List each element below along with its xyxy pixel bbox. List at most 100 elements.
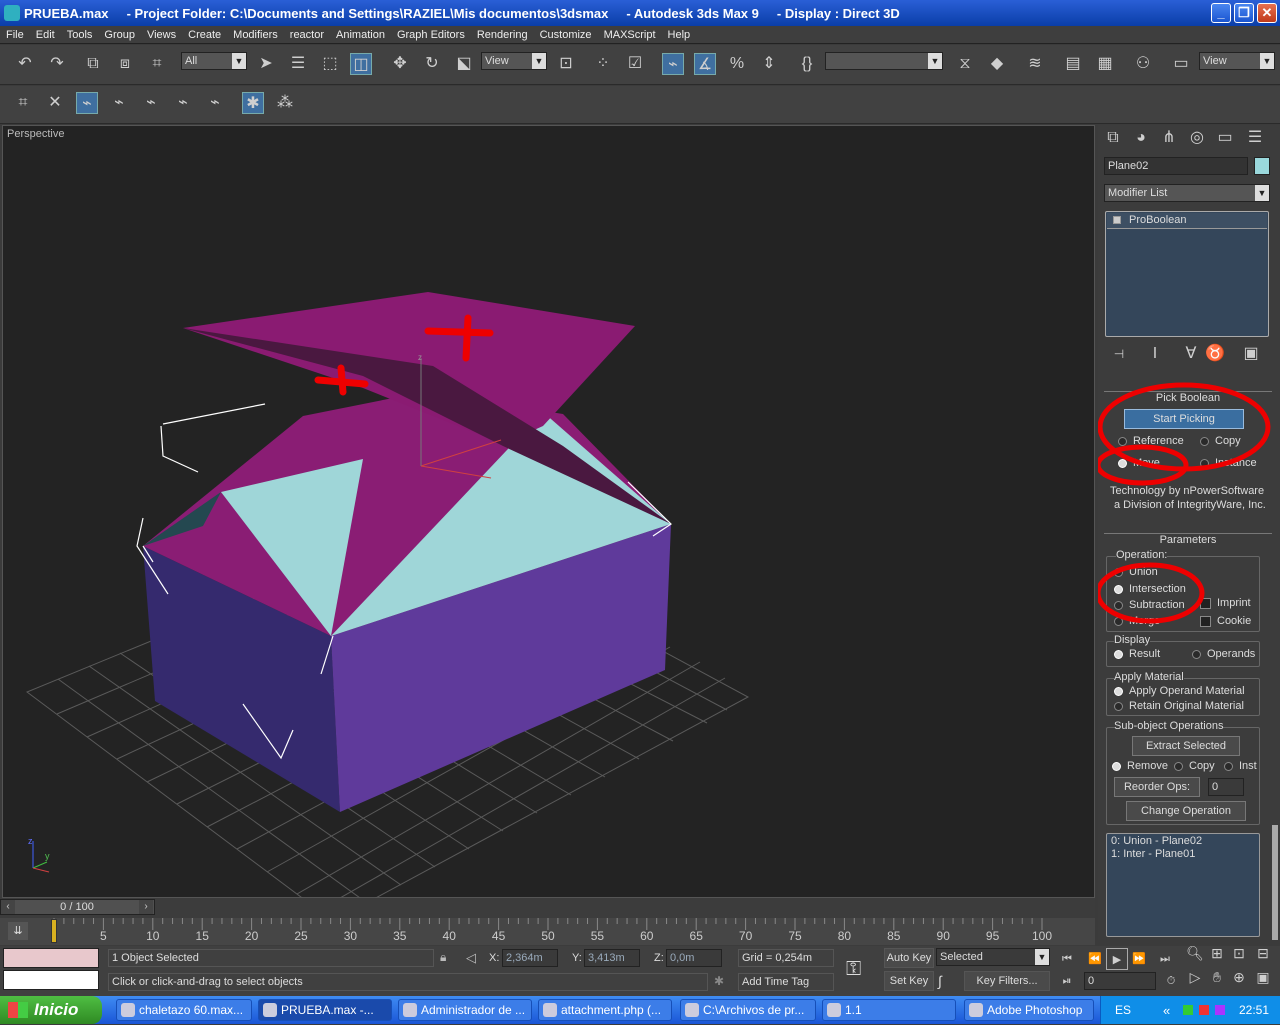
arc-rotate-icon[interactable]: ⊕: [1228, 966, 1250, 988]
snap-toggle-icon[interactable]: ⌁: [662, 53, 684, 75]
reference-radio[interactable]: Reference: [1118, 435, 1184, 447]
operand-item[interactable]: 1: Inter - Plane01: [1111, 848, 1195, 860]
next-frame-icon[interactable]: ⏩: [1128, 948, 1150, 970]
operand-item[interactable]: 0: Union - Plane02: [1111, 835, 1202, 847]
selection-filter-dropdown[interactable]: All: [181, 52, 247, 70]
task-administrador[interactable]: Administrador de ...: [398, 999, 532, 1021]
x-coordinate-field[interactable]: 2,364m: [502, 949, 558, 967]
align-icon[interactable]: ◆: [986, 53, 1008, 75]
render-scene-icon[interactable]: ▭: [1170, 53, 1192, 75]
percent-snap-icon[interactable]: %: [726, 53, 748, 75]
instance-radio[interactable]: Instance: [1200, 457, 1257, 469]
reorder-ops-spinner[interactable]: 0: [1208, 778, 1244, 796]
union-radio[interactable]: Union: [1114, 566, 1158, 578]
time-slider[interactable]: ‹ 0 / 100 ›: [0, 899, 155, 915]
pivot-center-icon[interactable]: ⊡: [555, 53, 577, 75]
tray-network-icon[interactable]: [1183, 1005, 1193, 1015]
zoom-extents-icon[interactable]: ⊡: [1228, 942, 1250, 964]
window-crossing-icon[interactable]: ◫: [350, 53, 372, 75]
remove-modifier-icon[interactable]: ♉: [1204, 343, 1226, 365]
menu-rendering[interactable]: Rendering: [471, 29, 534, 41]
auto-key-button[interactable]: Auto Key: [884, 948, 934, 968]
maxscript-listener-pink[interactable]: [3, 948, 99, 968]
panel-scrollbar[interactable]: [1272, 825, 1278, 940]
angle-snap-icon[interactable]: ∡: [694, 53, 716, 75]
set-key-mode-icon[interactable]: ⚿: [846, 958, 861, 981]
snap-endpoint-icon[interactable]: ⌁: [108, 92, 130, 114]
modifier-list-dropdown[interactable]: Modifier List: [1104, 184, 1270, 202]
menu-maxscript[interactable]: MAXScript: [598, 29, 662, 41]
menu-customize[interactable]: Customize: [534, 29, 598, 41]
set-key-button[interactable]: Set Key: [884, 971, 934, 991]
maximize-viewport-icon[interactable]: ▣: [1252, 966, 1274, 988]
select-link-icon[interactable]: ⧉: [82, 53, 104, 75]
object-color-swatch[interactable]: [1254, 157, 1270, 175]
curve-editor-icon[interactable]: ▤: [1062, 53, 1084, 75]
go-to-end-icon[interactable]: ⏭: [1154, 948, 1176, 970]
y-coordinate-field[interactable]: 3,413m: [584, 949, 640, 967]
maximize-button[interactable]: ❐: [1234, 3, 1254, 23]
reference-coordinate-dropdown[interactable]: View: [481, 52, 547, 70]
merge-radio[interactable]: Merge: [1114, 615, 1160, 627]
menu-edit[interactable]: Edit: [30, 29, 61, 41]
subtraction-radio[interactable]: Subtraction: [1114, 599, 1185, 611]
configure-sets-icon[interactable]: ▣: [1240, 343, 1262, 365]
menu-graph-editors[interactable]: Graph Editors: [391, 29, 471, 41]
go-to-start-icon[interactable]: ⏮: [1056, 948, 1078, 970]
snap-xy-icon[interactable]: ⁂: [274, 92, 296, 114]
zoom-icon[interactable]: 🔍︎: [1184, 942, 1206, 964]
menu-help[interactable]: Help: [662, 29, 697, 41]
prev-frame-arrow-icon[interactable]: ‹: [1, 900, 15, 914]
pick-boolean-header[interactable]: Pick Boolean: [1104, 391, 1272, 405]
pin-stack-icon[interactable]: ⊣: [1108, 343, 1130, 365]
operands-radio[interactable]: Operands: [1192, 648, 1255, 660]
redo-icon[interactable]: ↷: [46, 53, 68, 75]
menu-reactor[interactable]: reactor: [284, 29, 330, 41]
operand-list[interactable]: 0: Union - Plane02 1: Inter - Plane01: [1106, 833, 1260, 937]
rotate-icon[interactable]: ↻: [421, 53, 443, 75]
change-operation-button[interactable]: Change Operation: [1126, 801, 1246, 821]
menu-animation[interactable]: Animation: [330, 29, 391, 41]
motion-tab-icon[interactable]: ◎: [1186, 127, 1208, 149]
apply-operand-material-radio[interactable]: Apply Operand Material: [1114, 685, 1245, 697]
retain-original-material-radio[interactable]: Retain Original Material: [1114, 700, 1244, 712]
time-slider-handle[interactable]: [51, 919, 57, 943]
perspective-viewport[interactable]: Perspective z y z: [2, 125, 1095, 899]
mirror-icon[interactable]: ⧖: [954, 53, 976, 75]
modifier-stack[interactable]: ProBoolean: [1105, 211, 1269, 337]
edit-named-selection-icon[interactable]: {}: [796, 53, 818, 75]
tray-app-icon[interactable]: [1215, 1005, 1225, 1015]
named-selection-dropdown[interactable]: [825, 52, 943, 70]
menu-group[interactable]: Group: [98, 29, 141, 41]
hierarchy-tab-icon[interactable]: ⋔: [1158, 127, 1180, 149]
create-tab-icon[interactable]: ⧉: [1102, 127, 1124, 149]
inst-radio[interactable]: Inst: [1224, 760, 1257, 772]
lock-selection-icon[interactable]: 🔒︎: [440, 950, 446, 965]
tray-arrow-icon[interactable]: «: [1163, 997, 1170, 1025]
remove-radio[interactable]: Remove: [1112, 760, 1168, 772]
expand-icon[interactable]: [1113, 216, 1121, 224]
key-mode-toggle-icon[interactable]: ⏯: [1056, 970, 1078, 992]
display-tab-icon[interactable]: ▭: [1214, 127, 1236, 149]
intersection-radio[interactable]: Intersection: [1114, 583, 1186, 595]
move-icon[interactable]: ✥: [389, 53, 411, 75]
add-time-tag-button[interactable]: Add Time Tag: [738, 973, 834, 991]
stack-item-proboolean[interactable]: ProBoolean: [1107, 213, 1267, 229]
time-configuration-icon[interactable]: ⏱: [1160, 970, 1182, 992]
task-chaletazo[interactable]: chaletazo 60.max...: [116, 999, 252, 1021]
task-prueba[interactable]: PRUEBA.max -...: [258, 999, 392, 1021]
copy-radio[interactable]: Copy: [1200, 435, 1241, 447]
snap-grid-points-icon[interactable]: ⌗: [12, 92, 34, 114]
play-icon[interactable]: ▶: [1106, 948, 1128, 970]
z-coordinate-field[interactable]: 0,0m: [666, 949, 722, 967]
show-end-result-icon[interactable]: Ι: [1144, 343, 1166, 365]
snap-override-icon[interactable]: ✱: [242, 92, 264, 114]
result-radio[interactable]: Result: [1114, 648, 1160, 660]
next-frame-arrow-icon[interactable]: ›: [139, 900, 153, 914]
rectangular-selection-icon[interactable]: ⬚: [319, 53, 341, 75]
key-selection-dropdown[interactable]: Selected: [936, 948, 1050, 966]
language-indicator[interactable]: ES: [1115, 996, 1131, 1024]
close-button[interactable]: ✕: [1257, 3, 1277, 23]
current-frame-field[interactable]: 0: [1084, 972, 1156, 990]
reorder-ops-button[interactable]: Reorder Ops:: [1114, 777, 1200, 797]
